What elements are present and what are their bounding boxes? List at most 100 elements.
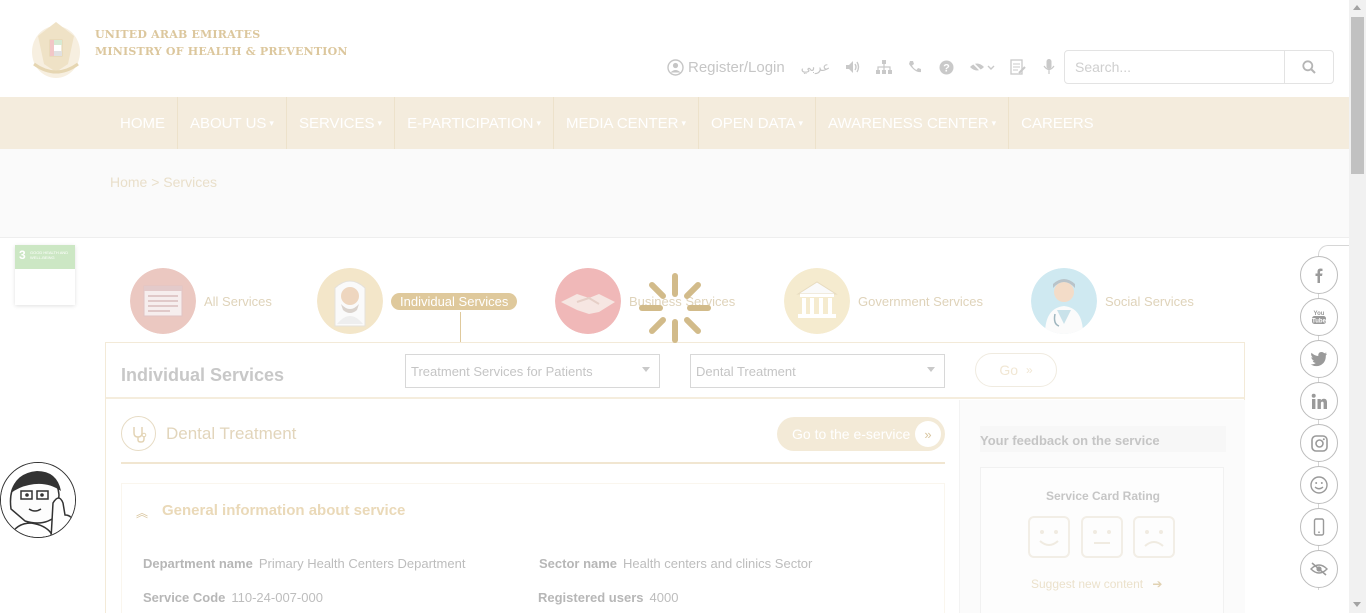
search-input[interactable]	[1065, 51, 1285, 83]
go-label: Go	[999, 362, 1018, 378]
filter-title: Individual Services	[121, 365, 285, 385]
caret-down-icon: ▾	[991, 117, 997, 128]
nav-label: OPEN DATA	[711, 114, 796, 132]
scroll-up-arrow-icon[interactable]	[1353, 5, 1361, 10]
category-select-value: Treatment Services for Patients	[411, 363, 593, 379]
stethoscope-icon	[121, 416, 156, 451]
mobile-icon[interactable]	[1300, 508, 1338, 546]
svg-text:Tube: Tube	[1312, 319, 1327, 325]
linkedin-icon[interactable]	[1300, 382, 1338, 420]
field-value: Primary Health Centers Department	[258, 556, 466, 571]
nav-open-data[interactable]: OPEN DATA ▾	[699, 97, 817, 149]
caret-down-icon: ▾	[681, 117, 687, 128]
go-button[interactable]: Go »	[975, 353, 1057, 387]
instagram-icon[interactable]	[1300, 424, 1338, 462]
go-to-eservice-button[interactable]: Go to the e-service »	[777, 417, 945, 451]
speaker-icon[interactable]	[844, 58, 862, 76]
category-select[interactable]: Treatment Services for Patients	[405, 354, 660, 388]
all-services-image	[130, 268, 196, 334]
nav-label: SERVICES	[298, 114, 375, 132]
smiley-icon[interactable]	[1300, 466, 1338, 504]
sdg-goal-badge[interactable]: 3 GOOD HEALTH AND WELL-BEING	[15, 245, 75, 305]
category-government-services[interactable]: Government Services	[784, 268, 983, 334]
nav-services[interactable]: SERVICES ▾	[287, 97, 396, 149]
search-box	[1064, 50, 1334, 84]
header-tools: Register/Login عربي ?	[667, 56, 1071, 78]
field-value: 110-24-007-000	[231, 590, 323, 605]
double-chevron-right-icon: »	[1026, 363, 1033, 377]
breadcrumb[interactable]: Home > Services	[110, 174, 217, 190]
logo-line-2: MINISTRY OF HEALTH & PREVENTION	[95, 45, 348, 58]
site-header: UNITED ARAB EMIRATES MINISTRY OF HEALTH …	[0, 0, 1349, 97]
youtube-icon[interactable]: You Tube	[1300, 298, 1338, 336]
suggest-content-link[interactable]: Suggest new content ➔	[1031, 577, 1162, 591]
dropdown-arrow-icon	[642, 367, 650, 372]
uae-emblem-logo[interactable]	[28, 14, 84, 82]
general-info-section: ︽ General information about service Depa…	[121, 483, 945, 613]
category-all-services[interactable]: All Services	[130, 268, 272, 334]
category-social-services[interactable]: Social Services	[1031, 268, 1194, 334]
nav-e-participation[interactable]: E-PARTICIPATION ▾	[395, 97, 554, 149]
service-select[interactable]: Dental Treatment	[690, 354, 945, 388]
nav-careers[interactable]: CAREERS	[1009, 97, 1106, 149]
department-name-field: Department name Primary Health Centers De…	[143, 556, 465, 571]
eye-slash-icon[interactable]	[968, 58, 996, 76]
dropdown-arrow-icon	[927, 367, 935, 372]
service-header: Dental Treatment Go to the e-service »	[121, 400, 945, 464]
scroll-down-arrow-icon[interactable]	[1353, 602, 1361, 607]
service-details: Dental Treatment Go to the e-service » ︽…	[121, 400, 945, 613]
neutral-face-icon[interactable]	[1081, 516, 1123, 558]
nav-about-us[interactable]: ABOUT US ▾	[178, 97, 287, 149]
category-label: All Services	[204, 293, 272, 309]
sdg-goal-text: GOOD HEALTH AND WELL-BEING	[30, 250, 69, 260]
service-select-value: Dental Treatment	[696, 363, 796, 379]
assistant-avatar[interactable]	[0, 462, 76, 538]
caret-down-icon: ▾	[798, 117, 804, 128]
filter-bar: Individual Services Treatment Services f…	[106, 343, 1244, 399]
twitter-icon[interactable]	[1300, 340, 1338, 378]
rating-box: Service Card Rating Suggest new content …	[980, 467, 1224, 613]
happy-face-icon[interactable]	[1028, 516, 1070, 558]
svg-text:?: ?	[943, 62, 950, 74]
eye-slash-icon[interactable]	[1300, 550, 1338, 588]
logo-line-1: UNITED ARAB EMIRATES	[95, 28, 261, 41]
field-value: 4000	[649, 590, 679, 605]
sector-name-field: Sector name Health centers and clinics Se…	[539, 556, 812, 571]
phone-icon[interactable]	[906, 58, 924, 76]
sdg-goal-banner: 3 GOOD HEALTH AND WELL-BEING	[15, 245, 75, 269]
register-login-link[interactable]: Register/Login	[667, 59, 785, 76]
caret-down-icon: ▾	[377, 117, 383, 128]
page: UNITED ARAB EMIRATES MINISTRY OF HEALTH …	[0, 0, 1366, 613]
double-chevron-right-icon: »	[915, 421, 941, 447]
nav-label: ABOUT US	[190, 114, 267, 132]
field-label: Service Code	[143, 590, 226, 605]
nav-label: CAREERS	[1021, 114, 1094, 132]
category-label: Government Services	[858, 293, 983, 309]
sad-face-icon[interactable]	[1133, 516, 1175, 558]
chevron-circle-right-icon: ➔	[1152, 577, 1163, 591]
category-label: Individual Services	[391, 292, 518, 310]
nav-media-center[interactable]: MEDIA CENTER ▾	[554, 97, 700, 149]
help-icon[interactable]: ?	[937, 58, 955, 76]
nav-home[interactable]: HOME	[108, 97, 178, 149]
feedback-panel: Your feedback on the service Service Car…	[959, 400, 1245, 613]
search-icon	[1302, 60, 1316, 74]
double-chevron-up-icon[interactable]: ︽	[136, 504, 148, 521]
active-tab-indicator	[460, 312, 461, 342]
category-individual-services[interactable]: Individual Services	[317, 268, 518, 334]
microphone-icon[interactable]	[1040, 58, 1058, 76]
sitemap-icon[interactable]	[875, 58, 893, 76]
service-title: Dental Treatment	[166, 424, 297, 443]
nav-awareness-center[interactable]: AWARENESS CENTER ▾	[816, 97, 1010, 149]
facebook-icon[interactable]	[1300, 256, 1338, 294]
arabic-language-link[interactable]: عربي	[801, 59, 830, 75]
scrollbar-thumb[interactable]	[1351, 17, 1364, 174]
document-icon[interactable]	[1009, 58, 1027, 76]
government-services-image	[784, 268, 850, 334]
breadcrumb-band: Home > Services	[0, 149, 1349, 238]
individual-services-image	[317, 268, 383, 334]
nav-label: MEDIA CENTER	[566, 114, 679, 132]
nav-label: AWARENESS CENTER	[828, 114, 989, 132]
search-button[interactable]	[1284, 51, 1333, 83]
general-info-title[interactable]: General information about service	[162, 502, 405, 519]
